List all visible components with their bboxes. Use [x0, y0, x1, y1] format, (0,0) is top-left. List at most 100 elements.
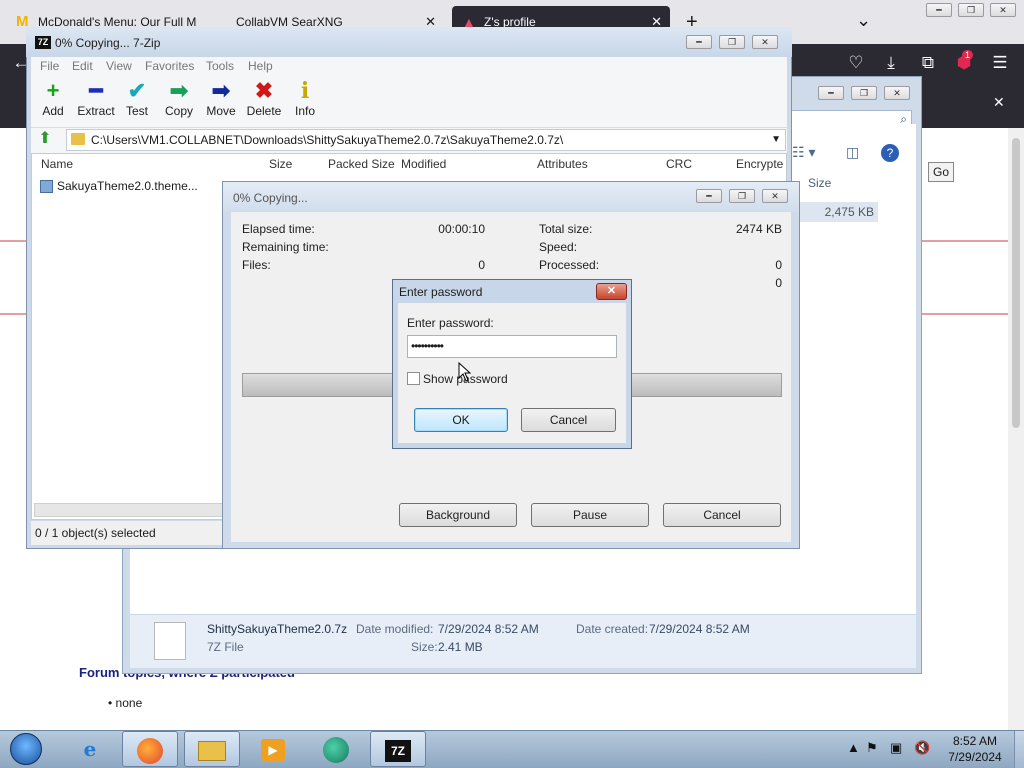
total-size-value: 2474 KB — [735, 222, 782, 236]
action-center-flag-icon[interactable]: ⚑ — [866, 740, 878, 756]
test-button[interactable]: ✔ Test — [114, 78, 160, 124]
close-icon[interactable]: ✕ — [752, 35, 778, 49]
clock-date: 7/29/2024 — [948, 750, 1002, 764]
close-icon[interactable]: ✕ — [884, 86, 910, 100]
cancel-button[interactable]: Cancel — [663, 503, 781, 527]
close-icon[interactable]: ✕ — [993, 94, 1005, 111]
extensions-icon[interactable]: ⧉ — [917, 52, 939, 74]
go-button[interactable]: Go — [928, 162, 954, 182]
show-hidden-icons-icon[interactable]: ▲ — [847, 740, 860, 755]
total-size-label: Total size: — [539, 222, 593, 236]
processed-label: Processed: — [539, 258, 600, 272]
button-label: Copy — [164, 104, 193, 118]
background-button[interactable]: Background — [399, 503, 517, 527]
ok-button[interactable]: OK — [414, 408, 508, 432]
button-label: Move — [206, 104, 236, 118]
menu-tools[interactable]: Tools — [206, 57, 234, 75]
restore-icon[interactable]: ❐ — [851, 86, 877, 100]
help-icon[interactable]: ? — [881, 144, 899, 162]
processed-value: 0 — [775, 258, 782, 272]
file-explorer-icon[interactable] — [184, 731, 240, 767]
firefox-icon[interactable] — [122, 731, 178, 767]
speed-label: Speed: — [539, 240, 578, 254]
minimize-icon[interactable]: ━ — [696, 189, 722, 203]
sevenzip-taskbar-icon[interactable]: 7Z — [370, 731, 426, 767]
extract-button[interactable]: ━ Extract — [73, 78, 119, 124]
close-icon[interactable]: ✕ — [596, 283, 627, 300]
extract-icon: ━ — [89, 78, 103, 103]
list-item[interactable]: SakuyaTheme2.0.theme... — [40, 179, 230, 195]
size-column-header[interactable]: Size — [808, 176, 831, 190]
menu-bar: File Edit View Favorites Tools Help — [31, 57, 787, 75]
test-icon: ✔ — [127, 78, 147, 103]
list-item: • none — [108, 696, 143, 710]
network-icon[interactable]: ▣ — [890, 740, 902, 756]
password-input[interactable]: •••••••••• — [407, 335, 617, 358]
column-encrypted[interactable]: Encrypte — [736, 153, 783, 175]
dialog-title: Enter password — [399, 285, 483, 299]
dropdown-icon[interactable]: ▼ — [771, 130, 781, 150]
button-label: Extract — [77, 104, 115, 118]
copy-button[interactable]: ➡ Copy — [156, 78, 202, 124]
created-label: Date created: — [576, 622, 649, 636]
column-size[interactable]: Size — [269, 153, 292, 175]
menu-help[interactable]: Help — [248, 57, 273, 75]
horizontal-scrollbar[interactable] — [34, 503, 224, 517]
remaining-label: Remaining time: — [242, 240, 329, 254]
menu-view[interactable]: View — [106, 57, 132, 75]
elapsed-value: 00:00:10 — [438, 222, 485, 236]
column-crc[interactable]: CRC — [666, 153, 692, 175]
modified-label: Date modified: — [356, 622, 434, 636]
copy-icon: ➡ — [169, 78, 189, 103]
column-attributes[interactable]: Attributes — [537, 153, 588, 175]
media-player-icon[interactable]: ▶ — [245, 731, 301, 767]
download-icon[interactable]: ⤓ — [880, 52, 902, 74]
menu-favorites[interactable]: Favorites — [145, 57, 194, 75]
show-password-checkbox[interactable] — [407, 372, 420, 385]
delete-icon: ✖ — [254, 78, 274, 103]
address-text: C:\Users\VM1.COLLABNET\Downloads\ShittyS… — [91, 133, 564, 147]
column-name[interactable]: Name — [41, 153, 73, 175]
delete-button[interactable]: ✖ Delete — [241, 78, 287, 124]
restore-icon[interactable]: ❐ — [719, 35, 745, 49]
pause-button[interactable]: Pause — [531, 503, 649, 527]
restore-icon[interactable]: ❐ — [958, 3, 984, 17]
list-item-text: none — [115, 696, 143, 710]
preview-pane-icon[interactable]: ◫ — [846, 144, 859, 161]
elapsed-label: Elapsed time: — [242, 222, 315, 236]
restore-icon[interactable]: ❐ — [729, 189, 755, 203]
file-icon — [154, 622, 186, 660]
details-filename: ShittySakuyaTheme2.0.7z — [207, 622, 348, 636]
button-label: Add — [42, 104, 64, 118]
view-icon[interactable]: ☷ ▾ — [792, 144, 815, 161]
menu-file[interactable]: File — [40, 57, 59, 75]
internet-explorer-icon[interactable]: e — [62, 731, 118, 767]
cancel-button[interactable]: Cancel — [521, 408, 616, 432]
file-name: SakuyaTheme2.0.theme... — [57, 179, 198, 193]
minimize-icon[interactable]: ━ — [926, 3, 952, 17]
folder-icon — [71, 133, 85, 145]
tab-list-icon[interactable]: ⌄ — [856, 10, 871, 30]
menu-edit[interactable]: Edit — [72, 57, 93, 75]
minimize-icon[interactable]: ━ — [686, 35, 712, 49]
column-packed-size[interactable]: Packed Size — [328, 153, 395, 175]
page-scrollbar[interactable] — [1008, 128, 1024, 730]
move-button[interactable]: ➡ Move — [198, 78, 244, 124]
clock[interactable]: 8:52 AM 7/29/2024 — [940, 733, 1010, 765]
address-field[interactable]: C:\Users\VM1.COLLABNET\Downloads\ShittyS… — [66, 129, 786, 151]
up-folder-icon[interactable]: ⬆ — [36, 130, 54, 148]
column-modified[interactable]: Modified — [401, 153, 446, 175]
menu-icon[interactable]: ☰ — [989, 52, 1011, 74]
show-desktop-button[interactable] — [1014, 731, 1024, 768]
info-button[interactable]: i Info — [282, 78, 328, 124]
start-button[interactable] — [6, 731, 46, 767]
info-icon: i — [300, 78, 310, 104]
pocket-icon[interactable]: ♡ — [845, 52, 867, 74]
browser-icon[interactable] — [308, 731, 364, 767]
close-icon[interactable]: ✕ — [762, 189, 788, 203]
close-icon[interactable]: ✕ — [990, 3, 1016, 17]
minimize-icon[interactable]: ━ — [818, 86, 844, 100]
add-button[interactable]: + Add — [30, 78, 76, 124]
volume-muted-icon[interactable]: 🔇 — [914, 740, 930, 756]
size-value: 2.41 MB — [438, 640, 483, 654]
